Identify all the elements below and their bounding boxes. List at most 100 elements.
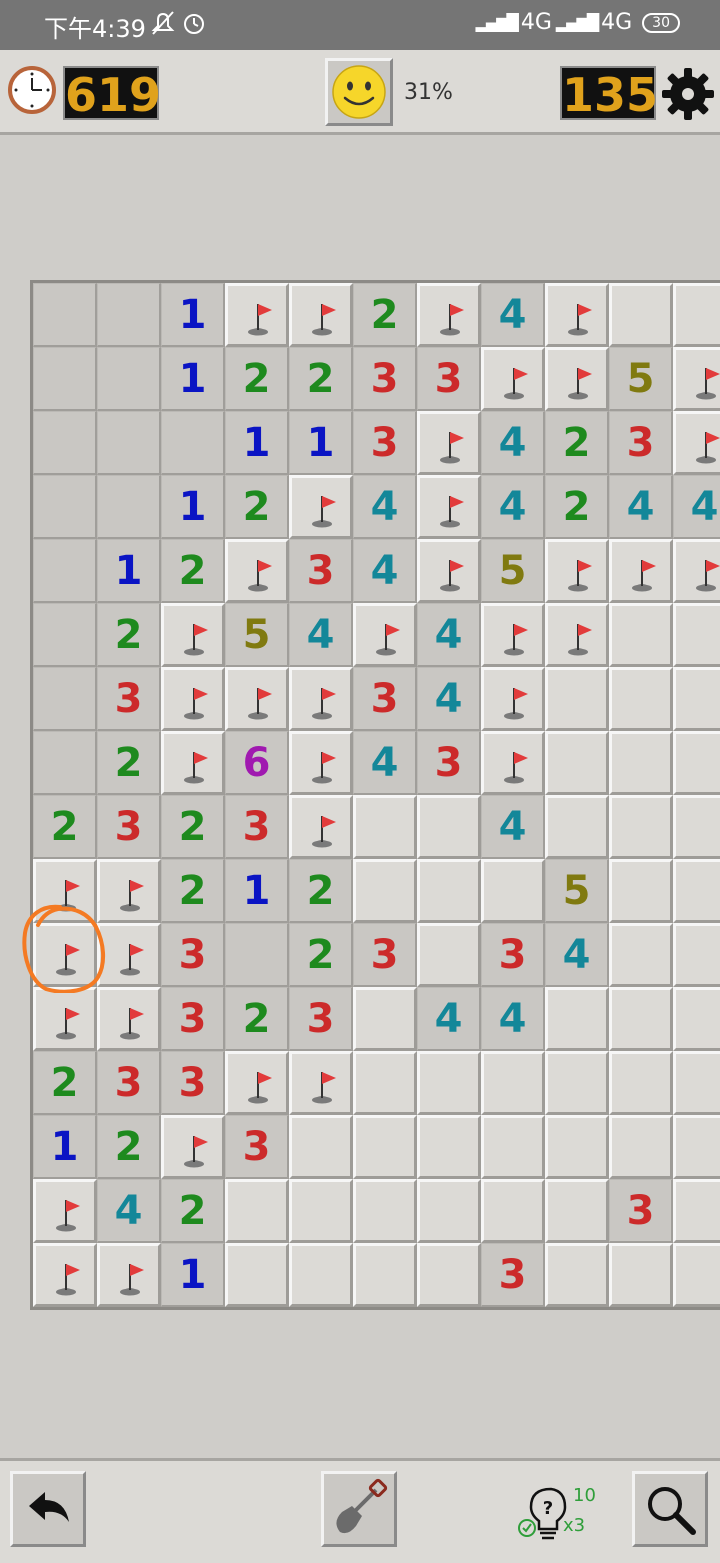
flagged-cell[interactable]: [97, 987, 161, 1051]
number-cell[interactable]: 2: [225, 475, 289, 539]
number-cell[interactable]: 2: [545, 411, 609, 475]
flagged-cell[interactable]: [353, 603, 417, 667]
flagged-cell[interactable]: [289, 795, 353, 859]
number-cell[interactable]: 3: [225, 1115, 289, 1179]
number-cell[interactable]: 3: [609, 411, 673, 475]
flagged-cell[interactable]: [673, 347, 720, 411]
number-cell[interactable]: 4: [545, 923, 609, 987]
number-cell[interactable]: 1: [225, 859, 289, 923]
flagged-cell[interactable]: [225, 539, 289, 603]
number-cell[interactable]: 2: [161, 539, 225, 603]
empty-cell[interactable]: [33, 283, 97, 347]
closed-cell[interactable]: [225, 1179, 289, 1243]
closed-cell[interactable]: [673, 283, 720, 347]
number-cell[interactable]: 4: [417, 603, 481, 667]
closed-cell[interactable]: [609, 731, 673, 795]
flagged-cell[interactable]: [417, 411, 481, 475]
number-cell[interactable]: 1: [225, 411, 289, 475]
number-cell[interactable]: 3: [353, 411, 417, 475]
number-cell[interactable]: 2: [289, 347, 353, 411]
number-cell[interactable]: 3: [225, 795, 289, 859]
closed-cell[interactable]: [673, 731, 720, 795]
number-cell[interactable]: 3: [353, 923, 417, 987]
number-cell[interactable]: 4: [481, 795, 545, 859]
closed-cell[interactable]: [289, 1115, 353, 1179]
closed-cell[interactable]: [417, 923, 481, 987]
closed-cell[interactable]: [545, 667, 609, 731]
empty-cell[interactable]: [33, 411, 97, 475]
number-cell[interactable]: 2: [97, 731, 161, 795]
closed-cell[interactable]: [545, 731, 609, 795]
number-cell[interactable]: 4: [673, 475, 720, 539]
number-cell[interactable]: 4: [481, 987, 545, 1051]
number-cell[interactable]: 3: [289, 539, 353, 603]
hint-button[interactable]: ? 10 x3: [515, 1481, 605, 1551]
closed-cell[interactable]: [673, 1243, 720, 1307]
flagged-cell[interactable]: [289, 283, 353, 347]
number-cell[interactable]: 3: [97, 1051, 161, 1115]
closed-cell[interactable]: [481, 1051, 545, 1115]
closed-cell[interactable]: [481, 1115, 545, 1179]
number-cell[interactable]: 3: [161, 987, 225, 1051]
flagged-cell[interactable]: [673, 411, 720, 475]
number-cell[interactable]: 3: [609, 1179, 673, 1243]
flagged-cell[interactable]: [225, 1051, 289, 1115]
flagged-cell[interactable]: [673, 539, 720, 603]
empty-cell[interactable]: [33, 603, 97, 667]
closed-cell[interactable]: [673, 987, 720, 1051]
number-cell[interactable]: 4: [609, 475, 673, 539]
flagged-cell[interactable]: [417, 475, 481, 539]
flagged-cell[interactable]: [481, 347, 545, 411]
number-cell[interactable]: 3: [97, 795, 161, 859]
closed-cell[interactable]: [609, 987, 673, 1051]
flagged-cell[interactable]: [417, 283, 481, 347]
number-cell[interactable]: 1: [161, 283, 225, 347]
number-cell[interactable]: 4: [353, 539, 417, 603]
flagged-cell[interactable]: [161, 603, 225, 667]
empty-cell[interactable]: [97, 475, 161, 539]
empty-cell[interactable]: [33, 667, 97, 731]
closed-cell[interactable]: [609, 859, 673, 923]
flagged-cell[interactable]: [481, 731, 545, 795]
number-cell[interactable]: 2: [289, 923, 353, 987]
flagged-cell[interactable]: [161, 731, 225, 795]
flagged-cell[interactable]: [481, 667, 545, 731]
number-cell[interactable]: 1: [161, 475, 225, 539]
empty-cell[interactable]: [33, 539, 97, 603]
number-cell[interactable]: 4: [417, 987, 481, 1051]
empty-cell[interactable]: [33, 731, 97, 795]
flagged-cell[interactable]: [545, 283, 609, 347]
number-cell[interactable]: 2: [33, 795, 97, 859]
empty-cell[interactable]: [97, 347, 161, 411]
number-cell[interactable]: 5: [609, 347, 673, 411]
closed-cell[interactable]: [353, 1115, 417, 1179]
number-cell[interactable]: 4: [353, 475, 417, 539]
empty-cell[interactable]: [161, 411, 225, 475]
flagged-cell[interactable]: [225, 283, 289, 347]
closed-cell[interactable]: [609, 923, 673, 987]
number-cell[interactable]: 4: [353, 731, 417, 795]
number-cell[interactable]: 2: [289, 859, 353, 923]
flagged-cell[interactable]: [289, 1051, 353, 1115]
closed-cell[interactable]: [417, 1179, 481, 1243]
empty-cell[interactable]: [33, 347, 97, 411]
number-cell[interactable]: 2: [161, 795, 225, 859]
flagged-cell[interactable]: [289, 667, 353, 731]
number-cell[interactable]: 2: [353, 283, 417, 347]
closed-cell[interactable]: [353, 1243, 417, 1307]
number-cell[interactable]: 4: [289, 603, 353, 667]
closed-cell[interactable]: [417, 795, 481, 859]
number-cell[interactable]: 1: [33, 1115, 97, 1179]
number-cell[interactable]: 1: [161, 347, 225, 411]
number-cell[interactable]: 2: [97, 603, 161, 667]
closed-cell[interactable]: [673, 603, 720, 667]
closed-cell[interactable]: [673, 1115, 720, 1179]
number-cell[interactable]: 3: [353, 667, 417, 731]
number-cell[interactable]: 4: [417, 667, 481, 731]
flagged-cell[interactable]: [609, 539, 673, 603]
number-cell[interactable]: 2: [33, 1051, 97, 1115]
flagged-cell[interactable]: [545, 347, 609, 411]
number-cell[interactable]: 3: [481, 923, 545, 987]
closed-cell[interactable]: [289, 1179, 353, 1243]
number-cell[interactable]: 4: [481, 283, 545, 347]
